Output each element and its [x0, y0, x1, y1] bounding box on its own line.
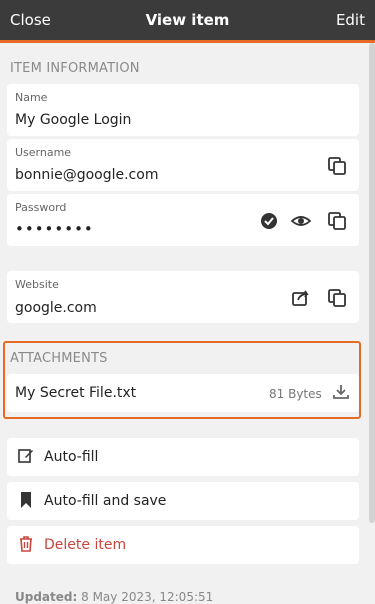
share-icon[interactable] — [290, 287, 312, 309]
name-label: Name — [15, 91, 48, 104]
edit-button[interactable]: Edit — [336, 11, 365, 29]
trash-icon — [17, 535, 35, 553]
download-icon[interactable] — [332, 383, 350, 401]
auto-fill-button[interactable]: Auto-fill — [7, 438, 359, 476]
username-value: bonnie@google.com — [15, 167, 159, 183]
attachment-name: My Secret File.txt — [15, 385, 137, 401]
copy-icon[interactable] — [326, 155, 348, 177]
copy-icon[interactable] — [326, 287, 348, 309]
updated-timestamp: Updated: 8 May 2023, 12:05:51 — [15, 590, 213, 604]
password-value: •••••••• — [15, 220, 94, 238]
attachment-item[interactable]: My Secret File.txt 81 Bytes — [7, 374, 359, 412]
edit-icon — [17, 447, 35, 465]
bookmark-icon — [17, 491, 35, 509]
updated-label: Updated: — [15, 590, 78, 604]
page-title: View item — [145, 11, 230, 29]
password-label: Password — [15, 201, 67, 214]
website-value: google.com — [15, 300, 97, 316]
username-label: Username — [15, 146, 72, 159]
top-bar: Close View item Edit — [0, 0, 375, 43]
username-field: Username bonnie@google.com — [7, 139, 359, 191]
website-field: Website google.com — [7, 271, 359, 323]
password-field: Password •••••••• — [7, 194, 359, 246]
copy-icon[interactable] — [326, 210, 348, 232]
auto-fill-and-save-button[interactable]: Auto-fill and save — [7, 482, 359, 520]
check-circle-icon[interactable] — [258, 210, 280, 232]
website-label: Website — [15, 278, 59, 291]
auto-fill-and-save-label: Auto-fill and save — [44, 493, 167, 509]
auto-fill-label: Auto-fill — [44, 449, 99, 465]
scrollbar[interactable] — [369, 43, 375, 523]
name-field: Name My Google Login — [7, 84, 359, 136]
name-value: My Google Login — [15, 112, 132, 128]
delete-item-button[interactable]: Delete item — [7, 526, 359, 564]
eye-icon[interactable] — [290, 210, 312, 232]
attachment-size: 81 Bytes — [269, 387, 322, 401]
item-information-heading: ITEM INFORMATION — [10, 61, 140, 76]
updated-value: 8 May 2023, 12:05:51 — [81, 590, 214, 604]
delete-item-label: Delete item — [44, 537, 127, 553]
attachments-heading: ATTACHMENTS — [10, 351, 108, 366]
